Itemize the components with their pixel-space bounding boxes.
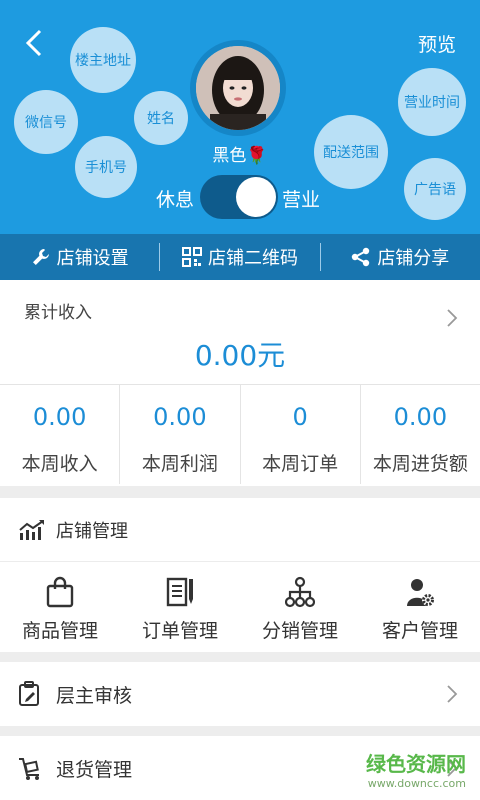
rest-label: 休息 [156, 189, 195, 211]
tab-shop-share-label: 店铺分享 [377, 248, 450, 269]
customer-management-button[interactable]: 客户管理 [360, 562, 480, 652]
open-label: 营业 [282, 189, 321, 211]
bubble-owner-address[interactable]: 楼主地址 [70, 27, 136, 93]
order-management-label: 订单管理 [141, 620, 218, 642]
document-pen-icon [166, 577, 193, 607]
user-gear-icon [407, 579, 434, 606]
watermark: 绿色资源网 www.downcc.com [366, 748, 466, 790]
shop-management-card: 店铺管理 商品管理 订单管理 分销管理 客户管理 [0, 498, 480, 652]
back-chevron-icon[interactable] [20, 28, 50, 58]
product-management-button[interactable]: 商品管理 [0, 562, 120, 652]
chart-trend-icon [19, 519, 44, 540]
stat-label: 本周收入 [21, 453, 98, 475]
shop-management-title: 店铺管理 [56, 520, 128, 542]
stat-label: 本周订单 [262, 453, 339, 475]
distribution-management-label: 分销管理 [261, 620, 338, 642]
stat-value: 0.00 [32, 403, 87, 431]
chevron-right-icon [447, 685, 458, 703]
tab-shop-settings-label: 店铺设置 [56, 248, 129, 269]
floor-owner-review-row[interactable]: 层主审核 [0, 662, 480, 726]
business-status-toggle-row: 休息 营业 [0, 175, 480, 221]
rose-icon: 🌹 [246, 146, 268, 166]
avatar[interactable] [190, 40, 286, 136]
shop-name: 黑色🌹 [0, 141, 480, 166]
income-card[interactable]: 累计收入 0.00元 0.00 本周收入 0.00 本周利润 0 本周订单 0.… [0, 280, 480, 486]
avatar-portrait-image [196, 46, 280, 130]
return-management-label: 退货管理 [56, 758, 133, 781]
share-icon [352, 247, 370, 267]
stat-label: 本周利润 [141, 453, 218, 475]
shop-name-text: 黑色 [212, 146, 247, 166]
order-management-button[interactable]: 订单管理 [120, 562, 240, 652]
shop-action-bar: 店铺设置 店铺二维码 店铺分享 [0, 234, 480, 280]
management-grid: 商品管理 订单管理 分销管理 客户管理 [0, 562, 480, 652]
cumulative-income-title: 累计收入 [24, 303, 92, 323]
switch-knob [236, 177, 276, 217]
stat-value: 0.00 [393, 403, 448, 431]
clipboard-pen-icon [19, 681, 39, 706]
tab-shop-qrcode-label: 店铺二维码 [207, 248, 298, 269]
return-cart-icon [19, 758, 39, 780]
network-tree-icon [285, 576, 315, 608]
watermark-url: www.downcc.com [367, 777, 466, 790]
stat-week-purchase: 0.00 本周进货额 [361, 385, 480, 484]
shopping-bag-icon [46, 576, 74, 608]
stat-week-income: 0.00 本周收入 [0, 385, 121, 484]
weekly-stats: 0.00 本周收入 0.00 本周利润 0 本周订单 0.00 本周进货额 [0, 384, 480, 484]
tab-shop-qrcode[interactable]: 店铺二维码 [160, 244, 319, 270]
qrcode-icon [181, 247, 202, 267]
bubble-name[interactable]: 姓名 [134, 91, 188, 145]
stat-value: 0.00 [153, 403, 207, 431]
distribution-management-button[interactable]: 分销管理 [240, 562, 360, 652]
chevron-right-icon[interactable] [446, 308, 458, 328]
preview-button[interactable]: 预览 [418, 30, 456, 57]
cumulative-income-value: 0.00元 [194, 339, 286, 372]
shop-management-header: 店铺管理 [0, 498, 480, 562]
stat-label: 本周进货额 [372, 453, 468, 475]
stat-week-orders: 0 本周订单 [241, 385, 361, 484]
stat-week-profit: 0.00 本周利润 [120, 385, 241, 484]
customer-management-label: 客户管理 [381, 620, 458, 642]
floor-owner-review-label: 层主审核 [56, 684, 133, 707]
profile-header: 预览 楼主地址 微信号 姓名 手机号 营业时间 配送范围 广告语 黑色🌹 休息 … [0, 0, 480, 234]
stat-value: 0 [292, 403, 308, 431]
watermark-title: 绿色资源网 [366, 752, 466, 776]
wrench-icon [32, 249, 49, 265]
business-status-switch[interactable] [200, 175, 278, 219]
tab-shop-share[interactable]: 店铺分享 [321, 244, 480, 270]
bubble-business-hours[interactable]: 营业时间 [398, 68, 466, 136]
tab-shop-settings[interactable]: 店铺设置 [0, 244, 159, 270]
product-management-label: 商品管理 [21, 620, 98, 642]
